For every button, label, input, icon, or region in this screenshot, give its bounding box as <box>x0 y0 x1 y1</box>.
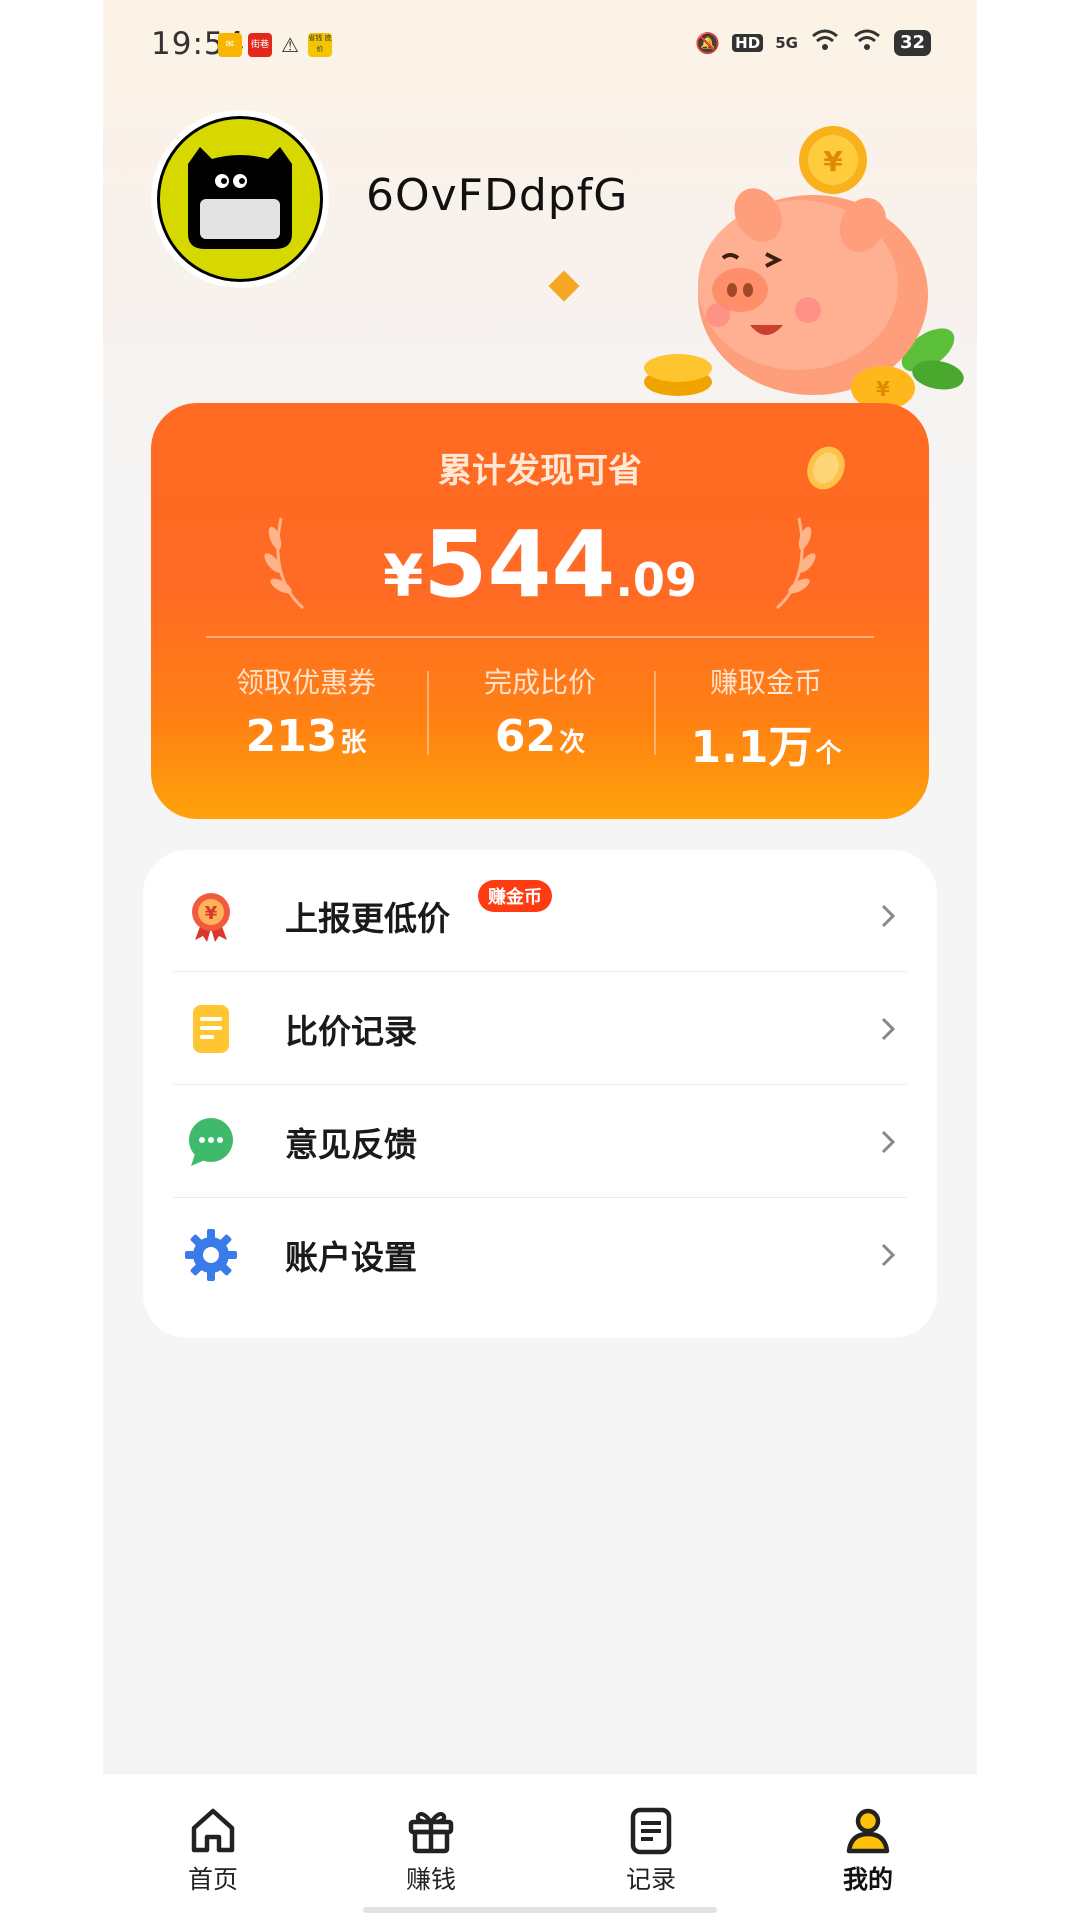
menu-item-comparison-history[interactable]: 比价记录 <box>173 973 907 1085</box>
chat-bubble-icon <box>189 1118 233 1166</box>
hd-icon: HD <box>732 33 764 52</box>
menu-divider <box>173 1197 907 1198</box>
amount-integer: 544 <box>423 511 616 618</box>
home-indicator[interactable] <box>363 1907 717 1913</box>
stat-value: 62 次 <box>494 711 586 762</box>
tab-profile[interactable]: 我的 <box>808 1804 928 1896</box>
chevron-right-icon <box>881 904 896 928</box>
stat-label: 赚取金币 <box>709 666 822 699</box>
menu-item-account-settings[interactable]: 账户设置 <box>173 1199 907 1311</box>
signal-5g-icon: 5G <box>775 33 798 52</box>
stat-comparisons[interactable]: 完成比价 62 次 <box>420 661 660 762</box>
earn-coins-badge: 赚金币 <box>478 880 552 912</box>
home-icon <box>191 1808 235 1853</box>
chevron-right-icon <box>881 1243 896 1267</box>
tab-label: 记录 <box>625 1865 676 1894</box>
menu-item-label: 意见反馈 <box>285 1125 417 1164</box>
savings-amount: ¥544.09 <box>151 511 929 618</box>
stat-coins[interactable]: 赚取金币 1.1万个 <box>646 661 886 775</box>
tab-records[interactable]: 记录 <box>591 1804 711 1896</box>
stat-coupons[interactable]: 领取优惠券 213 张 <box>186 661 426 762</box>
mute-icon: 🔕 <box>695 30 721 55</box>
menu-item-label: 上报更低价 <box>285 899 450 938</box>
status-bar: 19:54 ✉ 街巷 ⚠ 省钱 底价 🔕 HD 5G 32 <box>103 0 977 90</box>
alert-icon: ⚠ <box>281 33 299 57</box>
rosette-yen-icon: ¥ <box>192 893 230 942</box>
app-notification-icon: 省钱 底价 <box>308 33 332 57</box>
battery-indicator: 32 <box>893 29 931 56</box>
stat-label: 领取优惠券 <box>235 666 376 699</box>
svg-text:¥: ¥ <box>205 903 218 924</box>
wifi-icon <box>852 28 882 57</box>
bottom-tab-bar: 首页 赚钱 记录 我的 <box>103 1773 977 1920</box>
stat-value: 1.1万个 <box>690 722 842 773</box>
menu-item-label: 比价记录 <box>285 1012 417 1051</box>
person-icon <box>846 1808 890 1854</box>
svg-text:¥: ¥ <box>876 377 890 401</box>
menu-divider <box>173 1084 907 1085</box>
avatar-image <box>157 116 323 282</box>
menu-item-report-lower-price[interactable]: ¥ 上报更低价 赚金币 <box>173 860 907 972</box>
app-notification-icon: 街巷 <box>248 33 272 57</box>
mail-icon: ✉ <box>218 33 242 57</box>
gift-icon <box>408 1812 454 1854</box>
currency-symbol: ¥ <box>383 542 424 610</box>
avatar[interactable] <box>151 110 329 288</box>
tab-home[interactable]: 首页 <box>153 1804 273 1896</box>
amount-decimal: .09 <box>615 553 697 607</box>
savings-summary-card[interactable]: 累计发现可省 ¥544.09 领取优惠券 213 张 完成比价 62 次 赚取金币 … <box>151 403 929 819</box>
chevron-right-icon <box>881 1017 896 1041</box>
tab-label: 首页 <box>187 1865 238 1894</box>
chevron-right-icon <box>881 1130 896 1154</box>
card-divider <box>206 636 874 638</box>
menu-list: ¥ 上报更低价 赚金币 比价记录 意见反馈 账户设置 <box>143 850 937 1338</box>
username[interactable]: 6OvFDdpfG <box>366 170 628 221</box>
tab-earn[interactable]: 赚钱 <box>371 1804 491 1896</box>
stat-label: 完成比价 <box>483 666 596 699</box>
stat-value: 213 张 <box>245 711 367 762</box>
piggy-bank-illustration: ¥ ¥ <box>644 126 964 410</box>
status-right-icons: 🔕 HD 5G 32 <box>695 28 931 57</box>
wifi-calling-icon <box>810 28 840 57</box>
list-document-icon <box>630 1807 672 1855</box>
savings-title: 累计发现可省 <box>438 451 642 491</box>
tab-label: 赚钱 <box>405 1865 456 1894</box>
menu-divider <box>173 971 907 972</box>
document-icon <box>193 1005 229 1053</box>
menu-item-label: 账户设置 <box>285 1238 417 1277</box>
member-level-icon <box>548 270 580 302</box>
svg-text:¥: ¥ <box>823 145 843 178</box>
tab-label: 我的 <box>842 1865 893 1894</box>
app-screen: 19:54 ✉ 街巷 ⚠ 省钱 底价 🔕 HD 5G 32 6OvFDdpfG … <box>103 0 977 1920</box>
menu-item-feedback[interactable]: 意见反馈 <box>173 1086 907 1198</box>
gear-icon <box>185 1229 237 1281</box>
